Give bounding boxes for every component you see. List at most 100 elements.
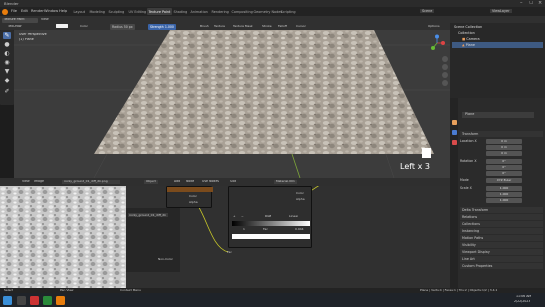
image-editor-image-menu[interactable]: Image: [34, 180, 44, 183]
add-icon[interactable]: +: [233, 215, 236, 218]
tab-layout[interactable]: Layout: [72, 8, 87, 15]
3d-viewport[interactable]: User Perspective (1) Plane Left x 3: [14, 30, 450, 178]
object-properties-icon[interactable]: [451, 120, 457, 125]
menu-render[interactable]: Render: [31, 9, 44, 13]
clone-tool-icon[interactable]: ◉: [3, 59, 11, 66]
perspective-toggle-icon[interactable]: [442, 80, 448, 86]
rotation-y-field[interactable]: 0°: [486, 165, 522, 170]
maximize-icon[interactable]: □: [529, 1, 533, 6]
use-nodes-checkbox[interactable]: Use Nodes: [202, 180, 219, 183]
color-mode-label[interactable]: RGB: [265, 215, 271, 218]
image-selector[interactable]: rocky_ground_01_diff_2k.png: [62, 179, 120, 185]
instancing-section[interactable]: Instancing: [460, 228, 543, 234]
motion-paths-section[interactable]: Motion Paths: [460, 235, 543, 241]
scale-y-field[interactable]: 1.000: [486, 192, 522, 197]
node-menu[interactable]: Node: [186, 180, 194, 183]
texture-menu[interactable]: Texture: [214, 25, 225, 28]
image-name-field[interactable]: rocky_ground_01_diff_2k: [128, 213, 168, 217]
mix-node[interactable]: + − RGB Linear 1 Fac 0.944 Fac: [227, 186, 312, 254]
tab-rendering[interactable]: Rendering: [210, 8, 230, 15]
delta-transform-section[interactable]: Delta Transform: [460, 207, 543, 213]
menu-view[interactable]: View: [41, 18, 49, 21]
scale-x-field[interactable]: 1.000: [486, 186, 522, 191]
location-z-field[interactable]: 0 m: [486, 151, 522, 156]
fac-value[interactable]: 0.944: [295, 228, 304, 231]
camera-view-icon[interactable]: [442, 72, 448, 78]
collections-section[interactable]: Collections: [460, 221, 543, 227]
start-icon[interactable]: [3, 295, 12, 305]
tab-animation[interactable]: Animation: [189, 8, 209, 15]
cursor-menu[interactable]: Cursor: [296, 25, 306, 28]
tab-scripting[interactable]: Scripting: [279, 8, 297, 15]
zoom-icon[interactable]: [442, 56, 448, 62]
shader-node-editor[interactable]: Color Alpha rocky_ground_01_diff_2k Non-…: [126, 186, 450, 288]
line-art-section[interactable]: Line Art: [460, 256, 543, 262]
transform-section-header[interactable]: Transform: [460, 131, 543, 137]
pan-icon[interactable]: [442, 64, 448, 70]
custom-properties-section[interactable]: Custom Properties: [460, 263, 543, 269]
brush-menu[interactable]: Brush: [200, 25, 209, 28]
viewport-display-section[interactable]: Viewport Display: [460, 249, 543, 255]
annotate-tool-icon[interactable]: ✐: [3, 88, 11, 95]
falloff-menu[interactable]: Falloff: [278, 25, 287, 28]
options-menu[interactable]: Options: [428, 25, 440, 28]
menu-file[interactable]: File: [11, 9, 17, 13]
image-editor[interactable]: [0, 186, 126, 288]
blender-logo-icon[interactable]: [2, 8, 8, 15]
mask-tool-icon[interactable]: ◆: [3, 77, 11, 84]
textured-plane[interactable]: [94, 30, 434, 154]
search-icon[interactable]: [17, 295, 26, 305]
tab-texture-paint[interactable]: Texture Paint: [147, 8, 172, 15]
browser-icon[interactable]: [43, 295, 52, 305]
radius-field[interactable]: Radius 50 px: [110, 23, 135, 30]
soften-tool-icon[interactable]: ●: [3, 41, 11, 48]
smear-tool-icon[interactable]: ◐: [3, 50, 11, 57]
slot-selector[interactable]: Slot: [230, 180, 236, 183]
rotation-x-field[interactable]: 0°: [486, 159, 522, 164]
colorspace-label[interactable]: Non-Color: [158, 258, 173, 261]
color-swatch-field[interactable]: [232, 234, 310, 239]
node-add-menu[interactable]: Add: [174, 180, 180, 183]
rotation-mode-dropdown[interactable]: XYZ Euler: [486, 178, 522, 183]
location-x-field[interactable]: 0 m: [486, 139, 522, 144]
scale-z-field[interactable]: 1.000: [486, 198, 522, 203]
stroke-menu[interactable]: Stroke: [262, 25, 272, 28]
app-icon[interactable]: [30, 295, 39, 305]
texture-mask-menu[interactable]: Texture Mask: [233, 25, 253, 28]
view-layer-selector[interactable]: ViewLayer: [490, 9, 512, 14]
fill-tool-icon[interactable]: ▼: [3, 68, 11, 75]
image-editor-view-menu[interactable]: View: [22, 180, 30, 183]
menu-edit[interactable]: Edit: [21, 9, 28, 13]
brush-name[interactable]: TexDraw: [8, 25, 22, 28]
material-selector[interactable]: Material.001: [274, 179, 297, 185]
interpolation-label[interactable]: Linear: [289, 215, 298, 218]
tab-compositing[interactable]: Compositing: [230, 8, 254, 15]
rotation-z-field[interactable]: 0°: [486, 171, 522, 176]
tab-sculpting[interactable]: Sculpting: [107, 8, 126, 15]
tab-uv-editing[interactable]: UV Editing: [127, 8, 148, 15]
relations-section[interactable]: Relations: [460, 214, 543, 220]
material-properties-icon[interactable]: [451, 140, 457, 145]
draw-tool-icon[interactable]: ✎: [3, 32, 11, 39]
modifier-properties-icon[interactable]: [451, 130, 457, 135]
scene-selector[interactable]: Scene: [420, 9, 435, 14]
tab-shading[interactable]: Shading: [172, 8, 189, 15]
tab-modeling[interactable]: Modeling: [88, 8, 106, 15]
object-type-selector[interactable]: Object: [144, 179, 158, 185]
location-y-field[interactable]: 0 m: [486, 145, 522, 150]
color-ramp-bar[interactable]: [232, 221, 310, 226]
menu-window[interactable]: Window: [44, 9, 58, 13]
menu-help[interactable]: Help: [59, 9, 67, 13]
value-one-field[interactable]: 1: [243, 228, 245, 231]
remove-icon[interactable]: −: [241, 215, 244, 218]
navigation-gizmo[interactable]: [428, 34, 446, 52]
mode-selector[interactable]: Texture Paint: [2, 17, 38, 23]
outliner-item-plane[interactable]: ▲ Plane: [452, 42, 543, 48]
minimize-icon[interactable]: –: [520, 1, 523, 6]
strength-field[interactable]: Strength 1.000: [148, 23, 176, 30]
visibility-section[interactable]: Visibility: [460, 242, 543, 248]
object-name-field[interactable]: Plane: [462, 112, 534, 118]
blender-taskbar-icon[interactable]: [56, 295, 65, 305]
brush-color-swatch[interactable]: [56, 24, 68, 28]
image-texture-node[interactable]: Color Alpha: [166, 186, 213, 208]
